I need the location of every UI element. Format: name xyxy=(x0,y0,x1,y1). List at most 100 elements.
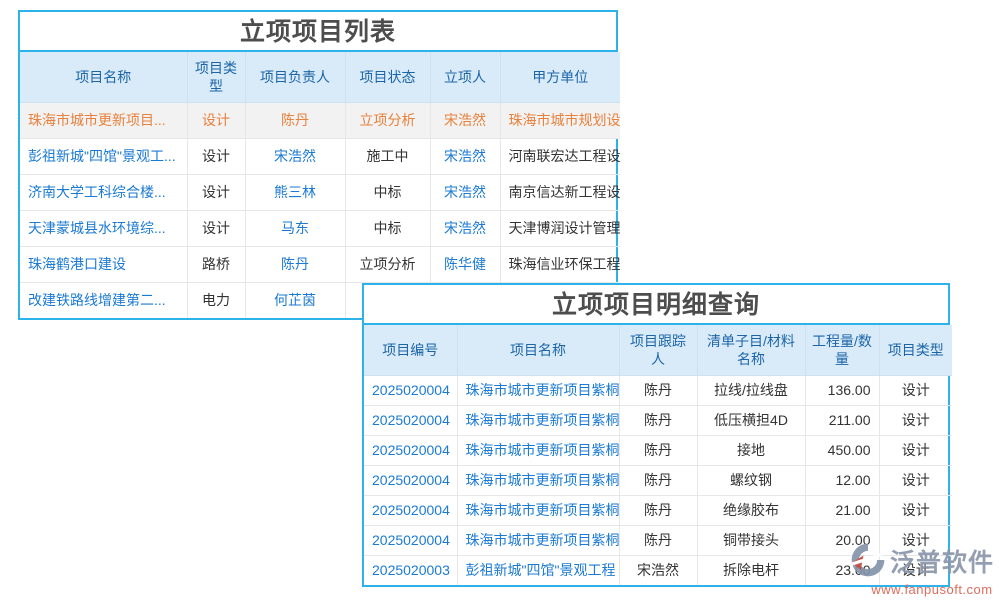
cell-project-manager[interactable]: 熊三林 xyxy=(245,174,345,210)
table-row: 天津蒙城县水环境综...设计马东中标宋浩然天津博润设计管理... xyxy=(20,210,620,246)
cell-quantity: 23.00 xyxy=(805,555,879,585)
column-header-project-type: 项目类型 xyxy=(187,52,245,102)
cell-project-type: 电力 xyxy=(187,282,245,318)
cell-project-type: 设计 xyxy=(879,465,952,495)
cell-initiator[interactable]: 宋浩然 xyxy=(430,210,500,246)
column-header-quantity: 工程量/数量 xyxy=(805,325,879,375)
cell-project-type: 设计 xyxy=(187,210,245,246)
column-header-project-manager: 项目负责人 xyxy=(245,52,345,102)
table-row: 2025020004珠海市城市更新项目紫桐陈丹铜带接头20.00设计 xyxy=(364,525,952,555)
cell-project-tracker: 陈丹 xyxy=(619,435,697,465)
cell-project-tracker: 陈丹 xyxy=(619,495,697,525)
cell-project-type: 设计 xyxy=(187,102,245,138)
cell-initiator[interactable]: 宋浩然 xyxy=(430,174,500,210)
column-header-project-name: 项目名称 xyxy=(457,325,619,375)
cell-project-code[interactable]: 2025020004 xyxy=(364,525,457,555)
cell-project-code[interactable]: 2025020004 xyxy=(364,495,457,525)
cell-client-unit: 天津博润设计管理... xyxy=(500,210,620,246)
table-row: 2025020004珠海市城市更新项目紫桐陈丹接地450.00设计 xyxy=(364,435,952,465)
cell-project-code[interactable]: 2025020004 xyxy=(364,405,457,435)
cell-project-name[interactable]: 彭祖新城"四馆"景观工程 xyxy=(457,555,619,585)
cell-initiator[interactable]: 陈华健 xyxy=(430,246,500,282)
cell-material-name: 绝缘胶布 xyxy=(697,495,805,525)
column-header-project-type: 项目类型 xyxy=(879,325,952,375)
cell-project-name[interactable]: 珠海市城市更新项目紫桐 xyxy=(457,525,619,555)
cell-project-name[interactable]: 天津蒙城县水环境综... xyxy=(20,210,187,246)
column-header-client-unit: 甲方单位 xyxy=(500,52,620,102)
table-row: 2025020004珠海市城市更新项目紫桐陈丹绝缘胶布21.00设计 xyxy=(364,495,952,525)
cell-project-name[interactable]: 珠海市城市更新项目紫桐 xyxy=(457,465,619,495)
cell-quantity: 450.00 xyxy=(805,435,879,465)
cell-project-code[interactable]: 2025020003 xyxy=(364,555,457,585)
cell-project-type: 设计 xyxy=(187,138,245,174)
cell-project-name[interactable]: 珠海鹤港口建设 xyxy=(20,246,187,282)
cell-project-type: 设计 xyxy=(879,495,952,525)
cell-material-name: 低压横担4D xyxy=(697,405,805,435)
project-list-panel: 立项项目列表 项目名称项目类型项目负责人项目状态立项人甲方单位 珠海市城市更新项… xyxy=(18,10,618,320)
cell-project-type: 设计 xyxy=(187,174,245,210)
project-detail-title: 立项项目明细查询 xyxy=(364,285,948,325)
cell-project-type: 设计 xyxy=(879,405,952,435)
cell-project-tracker: 陈丹 xyxy=(619,375,697,405)
cell-project-name[interactable]: 珠海市城市更新项目... xyxy=(20,102,187,138)
cell-quantity: 211.00 xyxy=(805,405,879,435)
cell-quantity: 21.00 xyxy=(805,495,879,525)
cell-project-type: 路桥 xyxy=(187,246,245,282)
cell-project-name[interactable]: 珠海市城市更新项目紫桐 xyxy=(457,435,619,465)
cell-project-name[interactable]: 济南大学工科综合楼... xyxy=(20,174,187,210)
cell-client-unit: 珠海市城市规划设... xyxy=(500,102,620,138)
table-row: 彭祖新城"四馆"景观工...设计宋浩然施工中宋浩然河南联宏达工程设... xyxy=(20,138,620,174)
cell-project-name[interactable]: 珠海市城市更新项目紫桐 xyxy=(457,405,619,435)
cell-project-code[interactable]: 2025020004 xyxy=(364,375,457,405)
cell-project-manager[interactable]: 陈丹 xyxy=(245,246,345,282)
detail-header-row: 项目编号项目名称项目跟踪人清单子目/材料名称工程量/数量项目类型 xyxy=(364,325,952,375)
cell-project-manager[interactable]: 马东 xyxy=(245,210,345,246)
cell-project-name[interactable]: 改建铁路线增建第二... xyxy=(20,282,187,318)
cell-project-manager[interactable]: 宋浩然 xyxy=(245,138,345,174)
cell-project-code[interactable]: 2025020004 xyxy=(364,435,457,465)
cell-material-name: 铜带接头 xyxy=(697,525,805,555)
column-header-material-name: 清单子目/材料名称 xyxy=(697,325,805,375)
cell-client-unit: 珠海信业环保工程... xyxy=(500,246,620,282)
cell-project-status: 施工中 xyxy=(345,138,430,174)
table-row: 2025020004珠海市城市更新项目紫桐陈丹螺纹钢12.00设计 xyxy=(364,465,952,495)
cell-material-name: 拆除电杆 xyxy=(697,555,805,585)
project-list-title: 立项项目列表 xyxy=(20,12,616,52)
cell-initiator[interactable]: 宋浩然 xyxy=(430,138,500,174)
cell-project-manager[interactable]: 陈丹 xyxy=(245,102,345,138)
project-detail-table: 项目编号项目名称项目跟踪人清单子目/材料名称工程量/数量项目类型 2025020… xyxy=(364,325,952,585)
cell-material-name: 接地 xyxy=(697,435,805,465)
table-row: 珠海鹤港口建设路桥陈丹立项分析陈华健珠海信业环保工程... xyxy=(20,246,620,282)
cell-material-name: 拉线/拉线盘 xyxy=(697,375,805,405)
table-row: 2025020004珠海市城市更新项目紫桐陈丹拉线/拉线盘136.00设计 xyxy=(364,375,952,405)
cell-client-unit: 南京信达新工程设... xyxy=(500,174,620,210)
cell-project-tracker: 陈丹 xyxy=(619,525,697,555)
cell-initiator[interactable]: 宋浩然 xyxy=(430,102,500,138)
cell-project-tracker: 陈丹 xyxy=(619,465,697,495)
table-row: 2025020003彭祖新城"四馆"景观工程宋浩然拆除电杆23.00设计 xyxy=(364,555,952,585)
column-header-project-tracker: 项目跟踪人 xyxy=(619,325,697,375)
project-list-table: 项目名称项目类型项目负责人项目状态立项人甲方单位 珠海市城市更新项目...设计陈… xyxy=(20,52,620,318)
cell-quantity: 136.00 xyxy=(805,375,879,405)
column-header-project-status: 项目状态 xyxy=(345,52,430,102)
column-header-initiator: 立项人 xyxy=(430,52,500,102)
table-row: 2025020004珠海市城市更新项目紫桐陈丹低压横担4D211.00设计 xyxy=(364,405,952,435)
cell-quantity: 12.00 xyxy=(805,465,879,495)
cell-project-name[interactable]: 珠海市城市更新项目紫桐 xyxy=(457,375,619,405)
cell-project-status: 中标 xyxy=(345,210,430,246)
cell-project-code[interactable]: 2025020004 xyxy=(364,465,457,495)
cell-project-name[interactable]: 彭祖新城"四馆"景观工... xyxy=(20,138,187,174)
list-header-row: 项目名称项目类型项目负责人项目状态立项人甲方单位 xyxy=(20,52,620,102)
cell-project-status: 中标 xyxy=(345,174,430,210)
cell-project-type: 设计 xyxy=(879,555,952,585)
cell-client-unit: 河南联宏达工程设... xyxy=(500,138,620,174)
table-row: 济南大学工科综合楼...设计熊三林中标宋浩然南京信达新工程设... xyxy=(20,174,620,210)
project-detail-panel: 立项项目明细查询 项目编号项目名称项目跟踪人清单子目/材料名称工程量/数量项目类… xyxy=(362,283,950,587)
cell-project-status: 立项分析 xyxy=(345,246,430,282)
cell-project-name[interactable]: 珠海市城市更新项目紫桐 xyxy=(457,495,619,525)
cell-quantity: 20.00 xyxy=(805,525,879,555)
column-header-project-code: 项目编号 xyxy=(364,325,457,375)
cell-project-manager[interactable]: 何芷茵 xyxy=(245,282,345,318)
cell-material-name: 螺纹钢 xyxy=(697,465,805,495)
column-header-project-name: 项目名称 xyxy=(20,52,187,102)
